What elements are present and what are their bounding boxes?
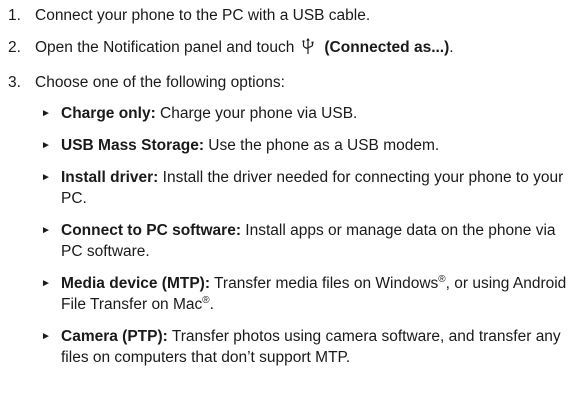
option-body: USB Mass Storage: Use the phone as a USB… xyxy=(61,135,573,156)
step-3: 3. Choose one of the following options: xyxy=(8,72,573,93)
option-body: Install driver: Install the driver neede… xyxy=(61,167,573,209)
bullet-icon: ► xyxy=(41,225,51,236)
option-connect-to-pc-software: ► Connect to PC software: Install apps o… xyxy=(35,220,573,262)
step-number: 3. xyxy=(8,74,21,91)
option-description-a: Transfer media files on Windows xyxy=(210,275,439,292)
step-text: Choose one of the following options: xyxy=(35,74,285,91)
registered-mark: ® xyxy=(202,295,210,306)
step-text: Connect your phone to the PC with a USB … xyxy=(35,7,371,24)
step-text-after: . xyxy=(449,39,454,56)
option-title: Charge only: xyxy=(61,105,156,122)
option-title: Install driver: xyxy=(61,169,159,186)
option-media-device-mtp: ► Media device (MTP): Transfer media fil… xyxy=(35,273,573,315)
option-title: USB Mass Storage: xyxy=(61,137,204,154)
bullet-icon: ► xyxy=(41,172,51,183)
option-body: Media device (MTP): Transfer media files… xyxy=(61,273,573,315)
registered-mark: ® xyxy=(438,274,446,285)
option-title: Media device (MTP): xyxy=(61,275,210,292)
option-title: Connect to PC software: xyxy=(61,222,241,239)
bullet-icon: ► xyxy=(41,278,51,289)
option-description-c: . xyxy=(209,296,214,313)
option-usb-mass-storage: ► USB Mass Storage: Use the phone as a U… xyxy=(35,135,573,156)
options-list: ► Charge only: Charge your phone via USB… xyxy=(35,103,573,368)
option-body: Charge only: Charge your phone via USB. xyxy=(61,103,573,124)
option-description: Use the phone as a USB modem. xyxy=(203,137,440,154)
option-title: Camera (PTP): xyxy=(61,328,168,345)
step-text: Open the Notification panel and touch (C… xyxy=(35,37,573,61)
option-body: Connect to PC software: Install apps or … xyxy=(61,220,573,262)
step-number: 2. xyxy=(8,39,21,56)
connected-as-label: (Connected as...) xyxy=(324,39,450,56)
option-camera-ptp: ► Camera (PTP): Transfer photos using ca… xyxy=(35,326,573,368)
bullet-icon: ► xyxy=(41,331,51,342)
usb-icon xyxy=(302,38,314,61)
bullet-icon: ► xyxy=(41,140,51,151)
option-charge-only: ► Charge only: Charge your phone via USB… xyxy=(35,103,573,124)
option-install-driver: ► Install driver: Install the driver nee… xyxy=(35,167,573,209)
step-2: 2. Open the Notification panel and touch… xyxy=(8,37,573,61)
step-text-before: Open the Notification panel and touch xyxy=(35,39,295,56)
bullet-icon: ► xyxy=(41,108,51,119)
step-number: 1. xyxy=(8,7,21,24)
instructions-document: 1. Connect your phone to the PC with a U… xyxy=(0,0,581,402)
option-description: Charge your phone via USB. xyxy=(155,105,358,122)
option-body: Camera (PTP): Transfer photos using came… xyxy=(61,326,573,368)
step-1: 1. Connect your phone to the PC with a U… xyxy=(8,5,573,26)
